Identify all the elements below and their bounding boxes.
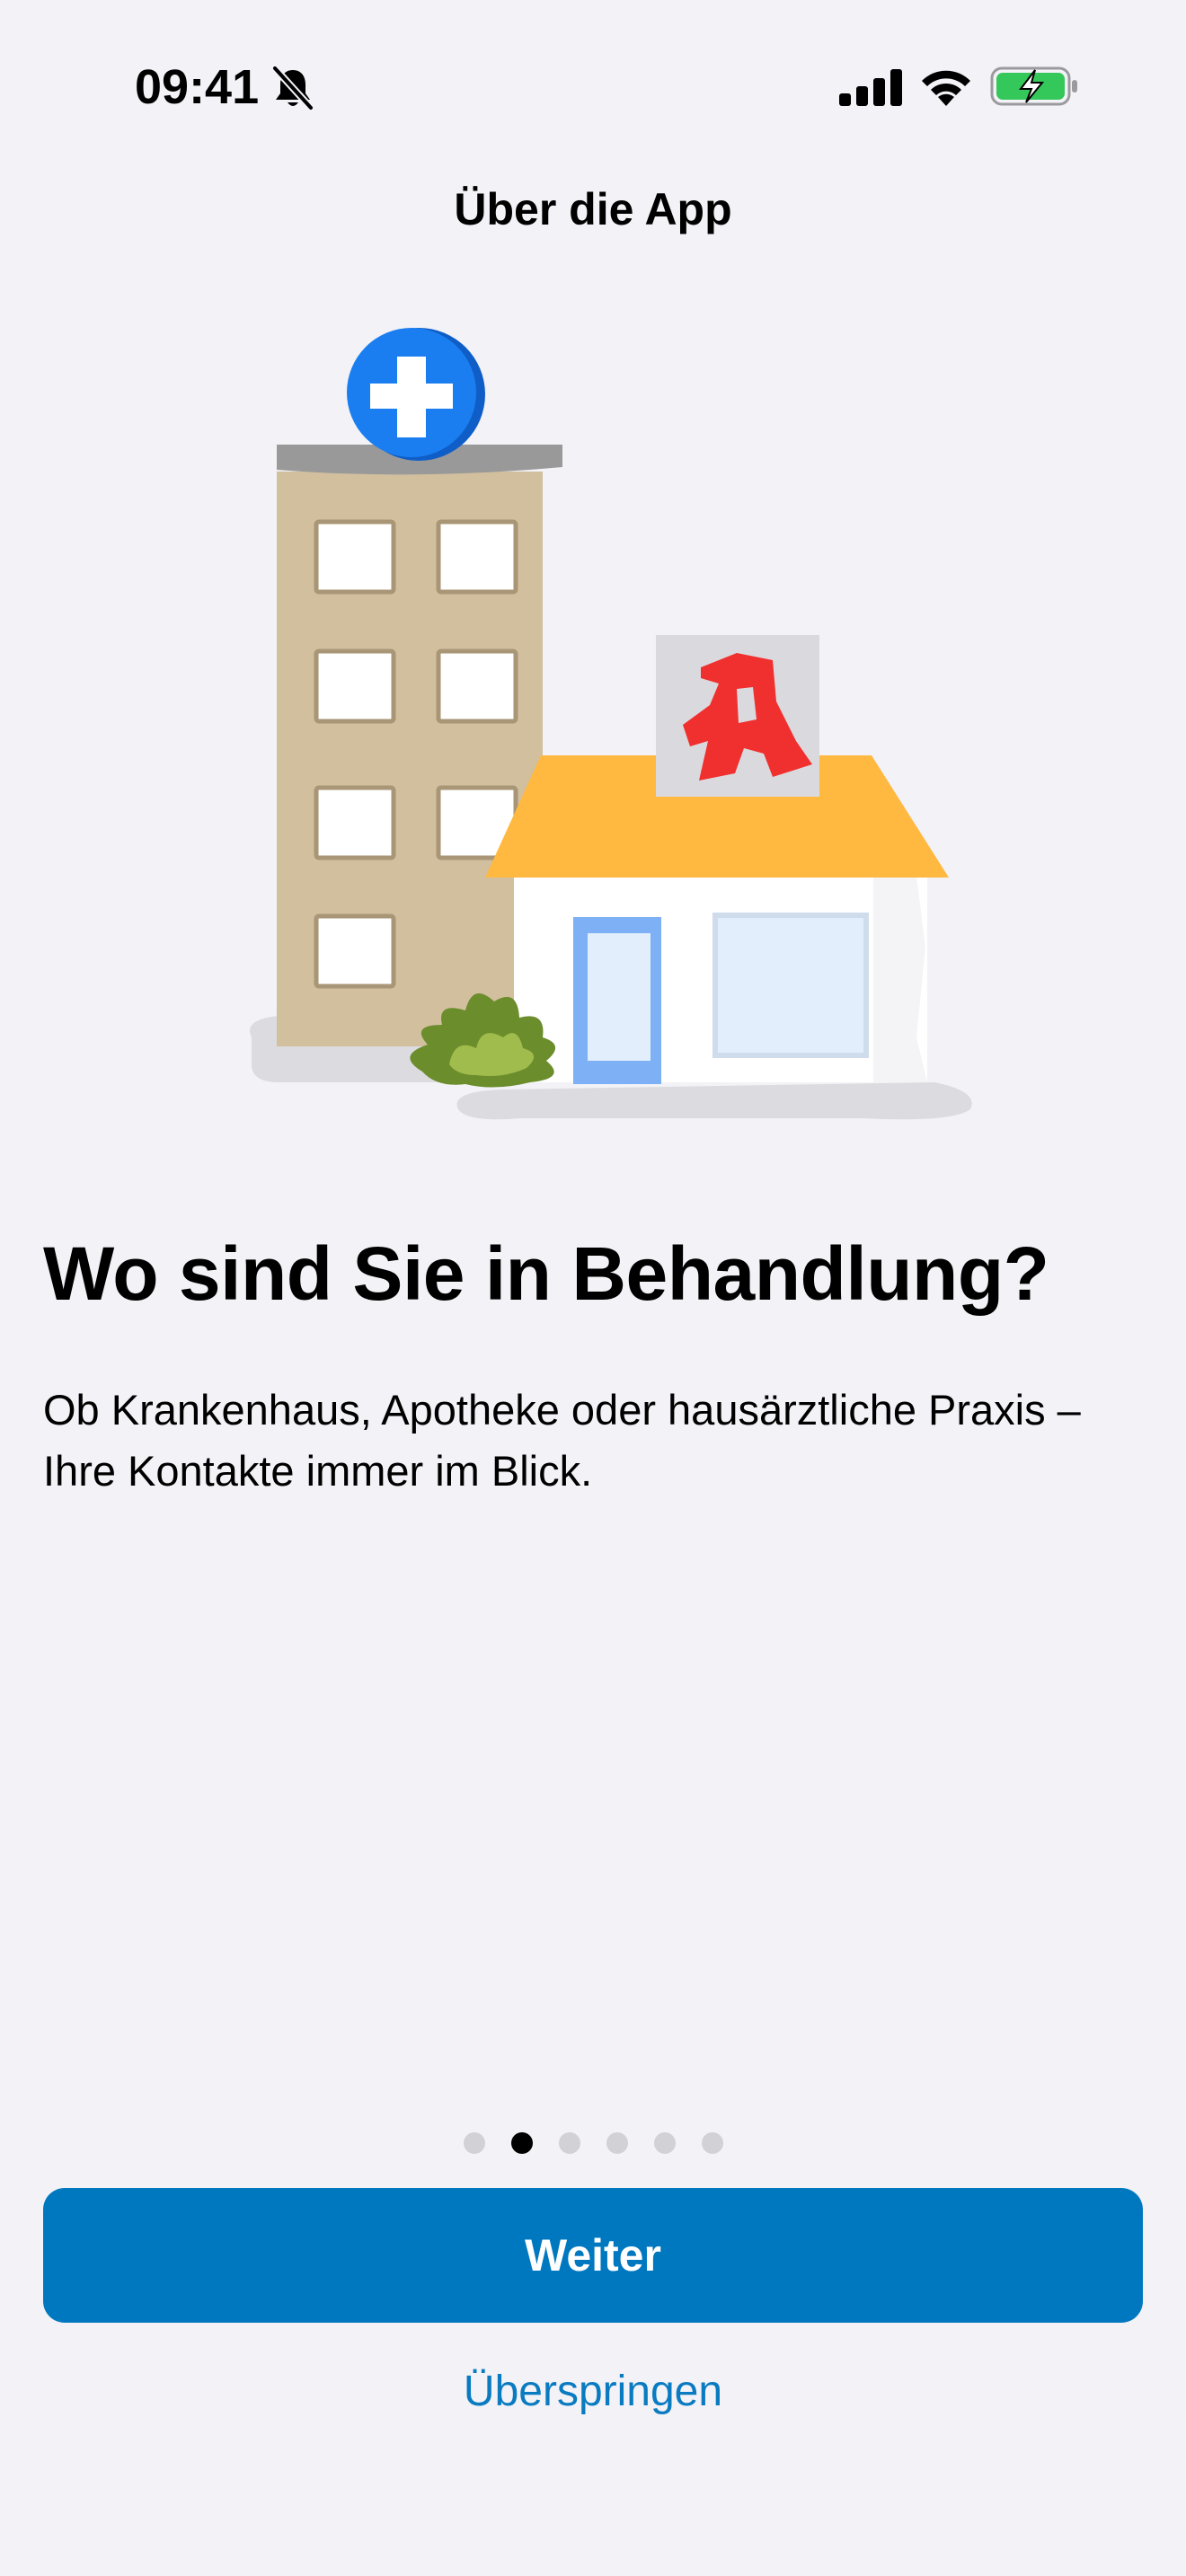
hospital-and-pharmacy-illustration	[250, 328, 972, 1120]
battery-charging-icon	[990, 66, 1077, 106]
continue-button[interactable]: Weiter	[43, 2188, 1143, 2323]
page-dot[interactable]	[558, 2132, 580, 2154]
nav-title: Über die App	[454, 184, 732, 234]
bell-slash-icon	[271, 65, 314, 111]
status-time: 09:41	[135, 60, 260, 114]
page-indicator[interactable]	[0, 2132, 1186, 2154]
onboarding-screen: 09:41 Über die App Wo sind Sie in Behand…	[0, 0, 1186, 2576]
page-dot[interactable]	[701, 2132, 723, 2154]
skip-link[interactable]: Überspringen	[0, 2360, 1186, 2423]
cellular-signal-icon	[839, 69, 902, 106]
wifi-icon	[922, 70, 970, 106]
page-dot[interactable]	[463, 2132, 485, 2154]
page-dot[interactable]	[606, 2132, 628, 2154]
page-dot-active[interactable]	[510, 2132, 533, 2154]
page-dot[interactable]	[653, 2132, 676, 2154]
body-text: Ob Krankenhaus, Apotheke oder hausärztli…	[43, 1386, 1081, 1495]
headline: Wo sind Sie in Behandlung?	[43, 1231, 1049, 1316]
